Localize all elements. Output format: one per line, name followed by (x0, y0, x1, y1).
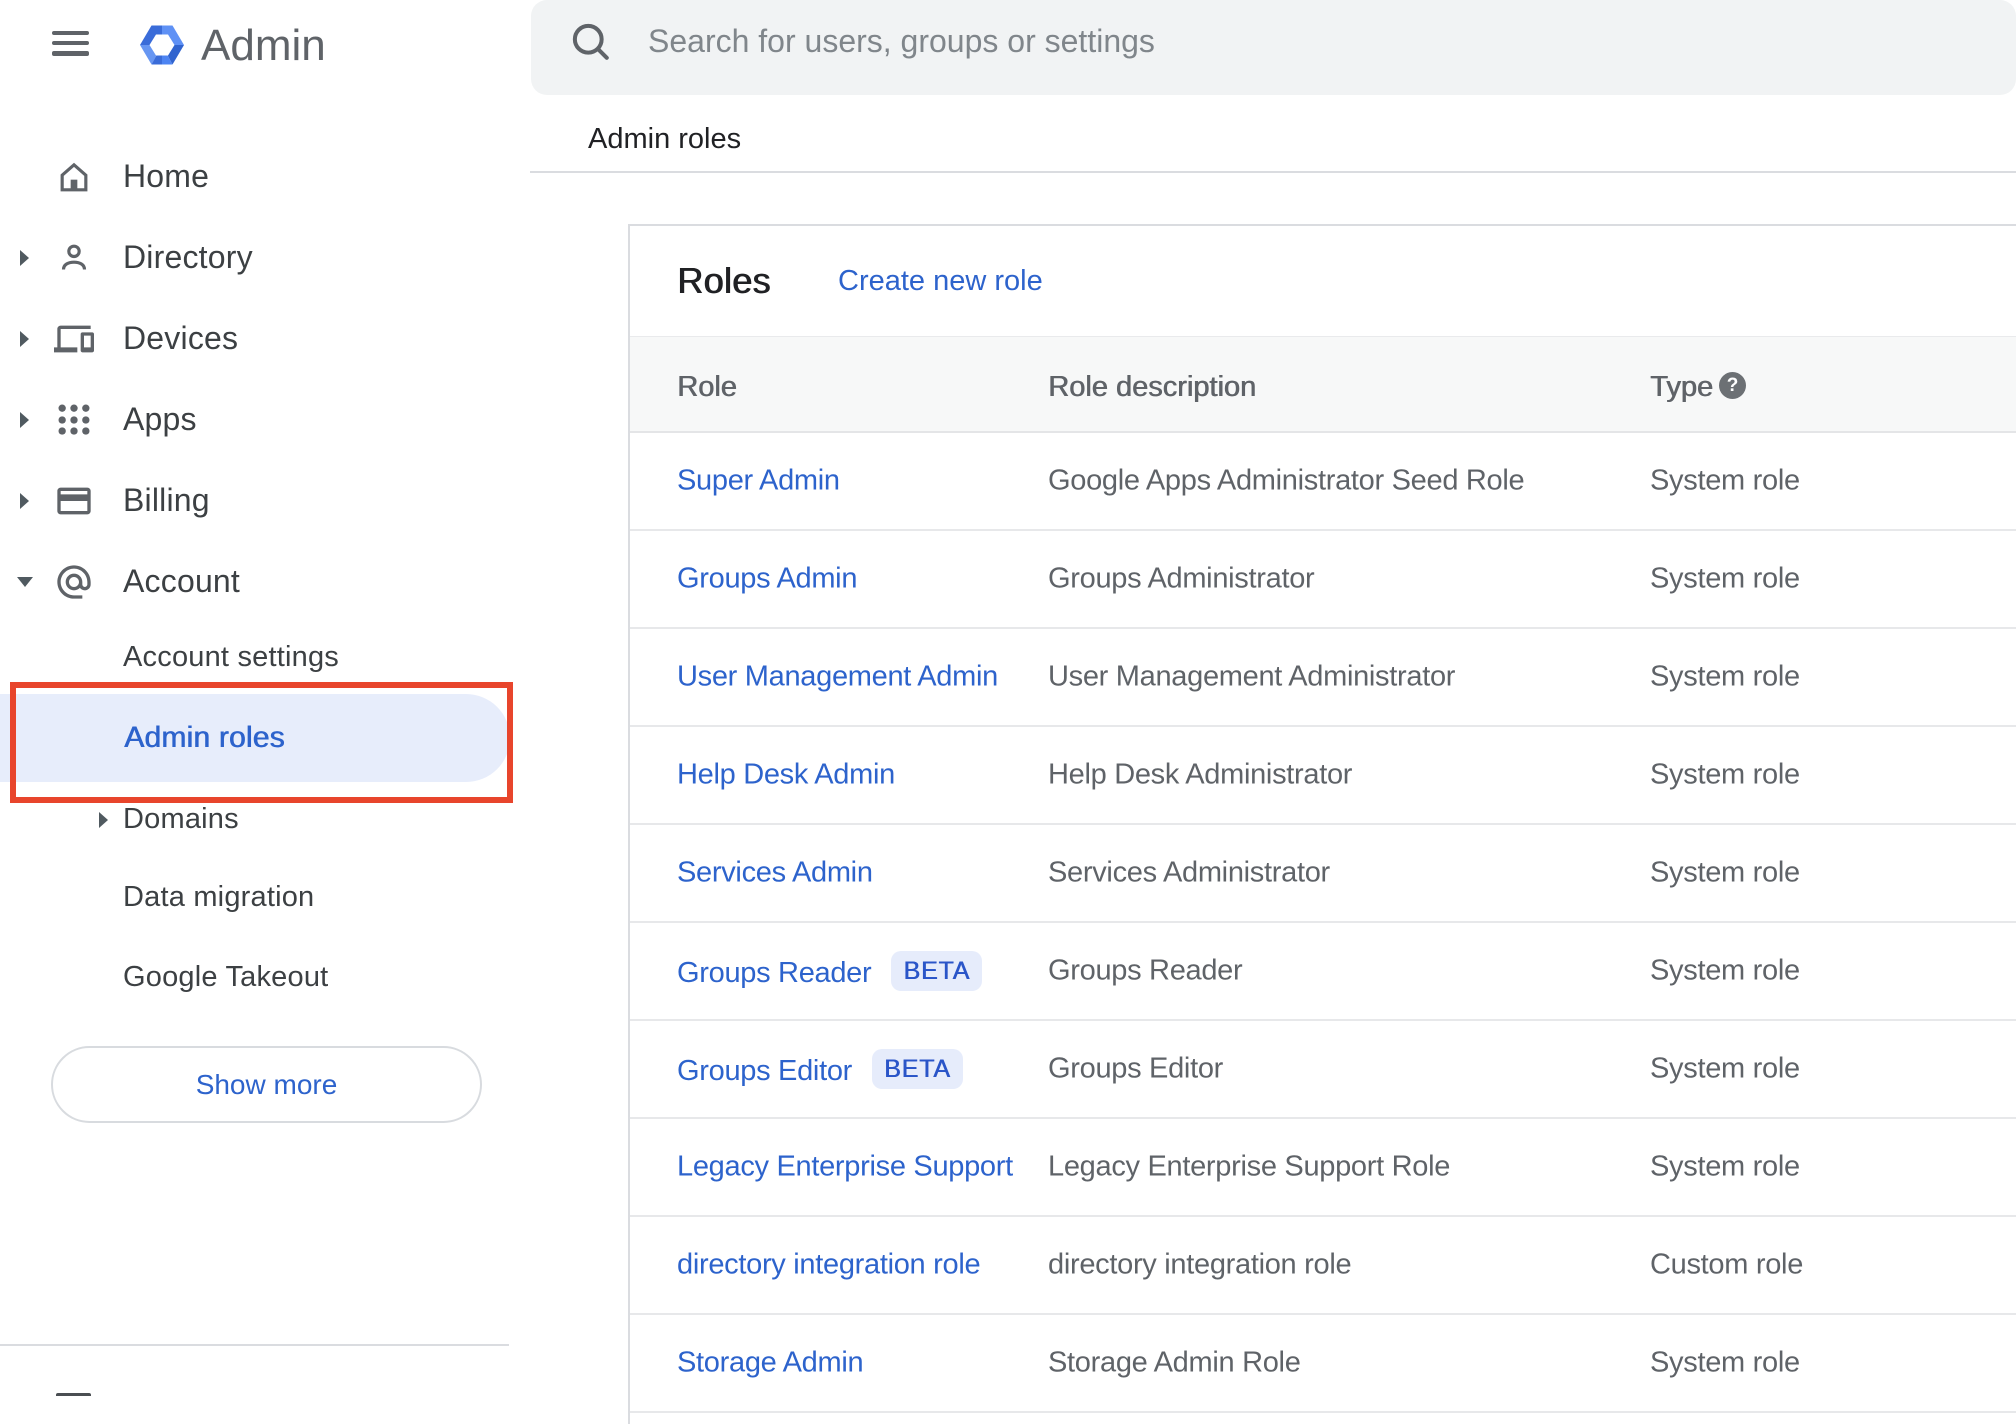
apps-grid-icon (58, 404, 90, 435)
role-link[interactable]: Super Admin (677, 465, 840, 498)
chevron-right-icon[interactable] (20, 249, 29, 266)
product-name: Admin (201, 21, 326, 70)
card-title: Roles (677, 260, 771, 301)
role-link[interactable]: Legacy Enterprise Support (677, 1151, 1013, 1184)
sidebar-item-label: Account settings (123, 641, 339, 673)
sidebar-item-label: Data migration (123, 881, 315, 913)
sidebar-item-directory[interactable]: Directory (0, 217, 510, 298)
sidebar-item-apps[interactable]: Apps (0, 379, 510, 460)
menu-icon[interactable] (52, 30, 89, 57)
role-link[interactable]: User Management Admin (677, 661, 998, 694)
role-description: Groups Reader (1048, 954, 1243, 987)
role-type: System role (1650, 856, 1800, 889)
role-description: Groups Editor (1048, 1052, 1224, 1085)
search-icon (572, 23, 609, 60)
role-link[interactable]: Storage Admin (677, 1347, 864, 1380)
role-description: Help Desk Administrator (1048, 758, 1353, 791)
search-input[interactable] (648, 23, 1848, 60)
create-new-role-link[interactable]: Create new role (838, 265, 1043, 298)
sidebar-item-label: Google Takeout (123, 961, 329, 993)
column-header-role: Role (677, 370, 737, 403)
role-type: System role (1650, 1346, 1800, 1379)
sidebar-item-billing[interactable]: Billing (0, 460, 510, 541)
column-header-type: Type (1650, 370, 1713, 403)
role-link[interactable]: Groups Reader BETA (677, 951, 983, 991)
sidebar-item-data-migration[interactable]: Data migration (0, 857, 510, 938)
sidebar-item-label: Directory (123, 239, 253, 275)
sidebar-item-label: Apps (123, 401, 197, 437)
role-description: Groups Administrator (1048, 562, 1315, 595)
role-description: Storage Admin Role (1048, 1346, 1301, 1379)
role-description: User Management Administrator (1048, 660, 1456, 693)
sidebar-item-google-takeout[interactable]: Google Takeout (0, 937, 510, 1018)
role-type: Custom role (1650, 1248, 1804, 1281)
role-link[interactable]: Services Admin (677, 857, 873, 890)
sidebar-item-label: Devices (123, 320, 239, 356)
sidebar-item-home[interactable]: Home (0, 136, 510, 217)
table-row: Groups Admin Groups Administrator System… (630, 531, 2016, 629)
role-link[interactable]: Help Desk Admin (677, 759, 895, 792)
role-type: System role (1650, 954, 1800, 987)
card-header: Roles Create new role (630, 226, 2016, 336)
sidebar-item-devices[interactable]: Devices (0, 298, 510, 379)
role-link[interactable]: directory integration role (677, 1249, 981, 1282)
table-row: Groups Editor BETA Groups Editor System r… (630, 1021, 2016, 1119)
beta-badge: BETA (891, 951, 983, 991)
role-description: directory integration role (1048, 1248, 1352, 1281)
beta-badge: BETA (872, 1049, 963, 1089)
person-icon (61, 244, 87, 270)
role-description: Services Administrator (1048, 856, 1330, 889)
table-row: Groups Reader BETA Groups Reader System r… (630, 923, 2016, 1021)
role-link[interactable]: Groups Editor BETA (677, 1049, 963, 1089)
sidebar-item-label: Home (123, 158, 210, 194)
role-description: Google Apps Administrator Seed Role (1048, 464, 1525, 497)
chevron-right-icon[interactable] (20, 492, 29, 509)
table-row: Super Admin Google Apps Administrator Se… (630, 433, 2016, 531)
sidebar-item-label: Domains (123, 803, 239, 835)
chevron-right-icon[interactable] (99, 811, 108, 828)
show-more-button[interactable]: Show more (51, 1046, 482, 1123)
at-sign-icon (57, 564, 91, 599)
roles-card: Roles Create new role Role Role descript… (628, 224, 2016, 1424)
admin-logo-icon[interactable] (138, 21, 186, 69)
role-type: System role (1650, 1150, 1800, 1183)
chevron-right-icon[interactable] (20, 330, 29, 347)
column-header-role-description: Role description (1048, 370, 1256, 403)
sidebar-divider (0, 1344, 509, 1346)
credit-card-icon (57, 487, 91, 514)
role-type: System role (1650, 1052, 1800, 1085)
role-type: System role (1650, 464, 1800, 497)
chevron-down-icon[interactable] (17, 576, 33, 587)
table-row: directory integration role directory int… (630, 1217, 2016, 1315)
sidebar-item-label: Account (123, 563, 241, 599)
table-header-row: Role Role description Type ? (630, 336, 2016, 433)
role-type: System role (1650, 660, 1800, 693)
table-row: User Management Admin User Management Ad… (630, 629, 2016, 727)
search-bar[interactable] (531, 0, 2016, 95)
sidebar-item-domains[interactable]: Domains (0, 779, 510, 860)
table-row: Storage Admin Storage Admin Role System … (630, 1315, 2016, 1413)
devices-icon (54, 325, 94, 352)
home-icon (60, 162, 88, 191)
title-divider (530, 171, 2016, 173)
page-title: Admin roles (588, 123, 742, 155)
chevron-right-icon[interactable] (20, 411, 29, 428)
role-link[interactable]: Groups Admin (677, 563, 857, 596)
table-row: Help Desk Admin Help Desk Administrator … (630, 727, 2016, 825)
table-row: Services Admin Services Administrator Sy… (630, 825, 2016, 923)
role-type: System role (1650, 562, 1800, 595)
help-icon[interactable]: ? (1719, 372, 1746, 399)
sidebar-item-account[interactable]: Account (0, 541, 510, 622)
role-type: System role (1650, 758, 1800, 791)
role-description: Legacy Enterprise Support Role (1048, 1150, 1451, 1183)
table-row: Legacy Enterprise Support Legacy Enterpr… (630, 1119, 2016, 1217)
sidebar-item-label: Billing (123, 482, 210, 518)
